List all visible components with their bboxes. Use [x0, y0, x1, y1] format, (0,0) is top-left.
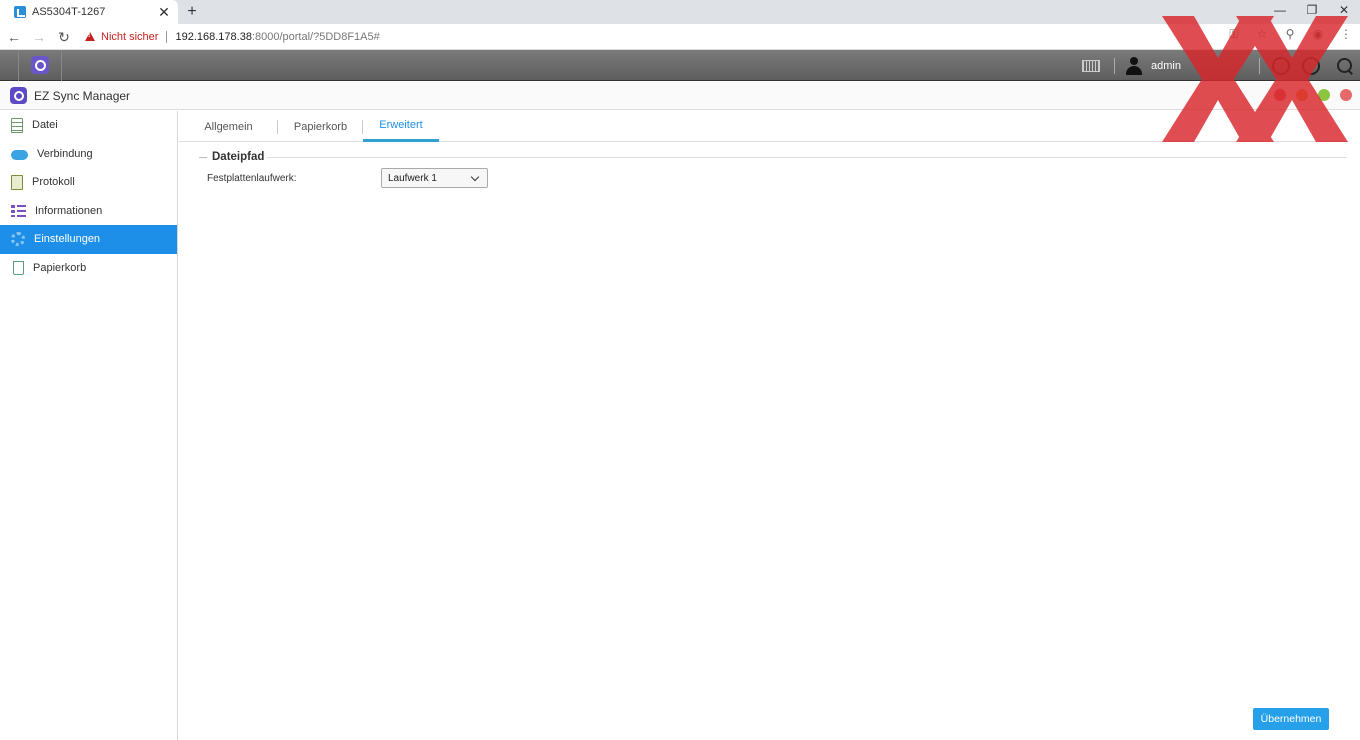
- ez-sync-app-icon: [31, 56, 49, 74]
- username-label[interactable]: admin: [1151, 60, 1181, 72]
- omnibox-divider: [166, 30, 168, 43]
- star-icon[interactable]: ☆: [1254, 27, 1270, 45]
- sidebar: Datei Verbindung Protokoll Informationen…: [0, 111, 178, 740]
- back-button[interactable]: ←: [3, 26, 25, 48]
- browser-toolbar: ← → ↻ Nicht sicher 192.168.178.38 :8000/…: [0, 24, 1360, 50]
- sidebar-item-label: Datei: [32, 119, 58, 132]
- info-list-icon: [11, 204, 26, 217]
- close-tab-icon[interactable]: ✕: [156, 4, 172, 21]
- drive-field-label: Festplattenlaufwerk:: [207, 173, 297, 184]
- chevron-down-icon: [470, 172, 480, 181]
- section-divider: [199, 157, 207, 158]
- tab-allgemein[interactable]: Allgemein: [179, 111, 278, 142]
- search-icon[interactable]: [1336, 57, 1354, 75]
- profile-icon[interactable]: ◉: [1310, 27, 1326, 45]
- tab-label: Allgemein: [204, 120, 253, 133]
- file-icon: [11, 117, 23, 133]
- adm-home-button[interactable]: [18, 50, 62, 81]
- settings-tabs: Allgemein Papierkorb Erweitert: [179, 111, 1349, 142]
- section-title: Dateipfad: [212, 151, 265, 163]
- asustor-favicon-icon: [14, 6, 26, 18]
- browser-action-icons: ⚿ ☆ ⚲ ◉ ⋮: [1226, 27, 1354, 45]
- browser-tabstrip: AS5304T-1267 ✕ + — ❐ ✕: [0, 0, 1360, 24]
- adm-taskbar: admin: [0, 50, 1360, 81]
- main-content: Allgemein Papierkorb Erweitert Dateipfad…: [179, 111, 1360, 740]
- notification-icon[interactable]: [1272, 56, 1290, 75]
- close-window-button[interactable]: ✕: [1328, 0, 1360, 22]
- cloud-icon: [11, 150, 28, 161]
- gear-icon: [11, 232, 25, 247]
- sidebar-item-verbindung[interactable]: Verbindung: [0, 140, 177, 169]
- extension-icon[interactable]: ⚲: [1282, 27, 1298, 45]
- app-help-button[interactable]: [1274, 89, 1286, 101]
- drive-select[interactable]: Laufwerk 1: [381, 168, 488, 188]
- apply-button[interactable]: Übernehmen: [1253, 708, 1329, 730]
- warning-icon: [85, 32, 95, 41]
- performance-icon[interactable]: [1302, 56, 1320, 75]
- section-divider: [267, 157, 1347, 158]
- adm-taskbar-right: admin: [1082, 50, 1360, 81]
- reload-button[interactable]: ↻: [53, 26, 75, 48]
- restore-button[interactable]: ❐: [1296, 0, 1328, 22]
- trash-icon: [13, 260, 24, 275]
- taskbar-divider: [1114, 57, 1116, 74]
- window-controls: — ❐ ✕: [1264, 0, 1360, 24]
- menu-icon[interactable]: ⋮: [1338, 27, 1354, 45]
- sidebar-item-einstellungen[interactable]: Einstellungen: [0, 225, 177, 254]
- url-host: 192.168.178.38: [175, 30, 252, 43]
- drive-select-value: Laufwerk 1: [388, 172, 437, 184]
- browser-tab-title: AS5304T-1267: [32, 6, 106, 18]
- section-header: Dateipfad: [199, 151, 1347, 165]
- user-icon[interactable]: [1125, 56, 1143, 75]
- sidebar-item-label: Protokoll: [32, 176, 75, 189]
- tab-label: Erweitert: [379, 119, 423, 131]
- taskbar-divider: [1259, 57, 1260, 74]
- minimize-button[interactable]: —: [1264, 0, 1296, 22]
- tab-papierkorb[interactable]: Papierkorb: [278, 111, 363, 142]
- browser-tab[interactable]: AS5304T-1267 ✕: [0, 0, 178, 24]
- sidebar-item-protokoll[interactable]: Protokoll: [0, 168, 177, 197]
- sidebar-item-label: Papierkorb: [33, 261, 87, 274]
- app-window-header: EZ Sync Manager: [0, 82, 1360, 110]
- tab-erweitert[interactable]: Erweitert: [363, 111, 439, 142]
- url-path: :8000/portal/?5DD8F1A5#: [251, 30, 380, 43]
- keyboard-icon[interactable]: [1082, 59, 1101, 72]
- app-minimize-button[interactable]: [1296, 89, 1308, 101]
- address-bar[interactable]: Nicht sicher 192.168.178.38 :8000/portal…: [85, 27, 380, 47]
- sidebar-item-papierkorb[interactable]: Papierkorb: [0, 254, 177, 283]
- new-tab-button[interactable]: +: [184, 0, 200, 24]
- app-title: EZ Sync Manager: [34, 88, 131, 103]
- log-icon: [11, 174, 23, 190]
- sidebar-item-datei[interactable]: Datei: [0, 111, 177, 140]
- forward-button[interactable]: →: [28, 26, 50, 48]
- app-window-controls: [1274, 89, 1352, 101]
- sidebar-item-label: Verbindung: [37, 147, 93, 160]
- app-maximize-button[interactable]: [1318, 89, 1330, 101]
- insecure-label[interactable]: Nicht sicher: [101, 31, 158, 43]
- sidebar-item-informationen[interactable]: Informationen: [0, 197, 177, 226]
- sidebar-item-label: Einstellungen: [34, 233, 101, 246]
- sidebar-item-label: Informationen: [35, 204, 103, 217]
- app-close-button[interactable]: [1340, 89, 1352, 101]
- tab-label: Papierkorb: [293, 120, 348, 133]
- ez-sync-manager-icon: [10, 87, 27, 104]
- key-icon[interactable]: ⚿: [1226, 27, 1242, 45]
